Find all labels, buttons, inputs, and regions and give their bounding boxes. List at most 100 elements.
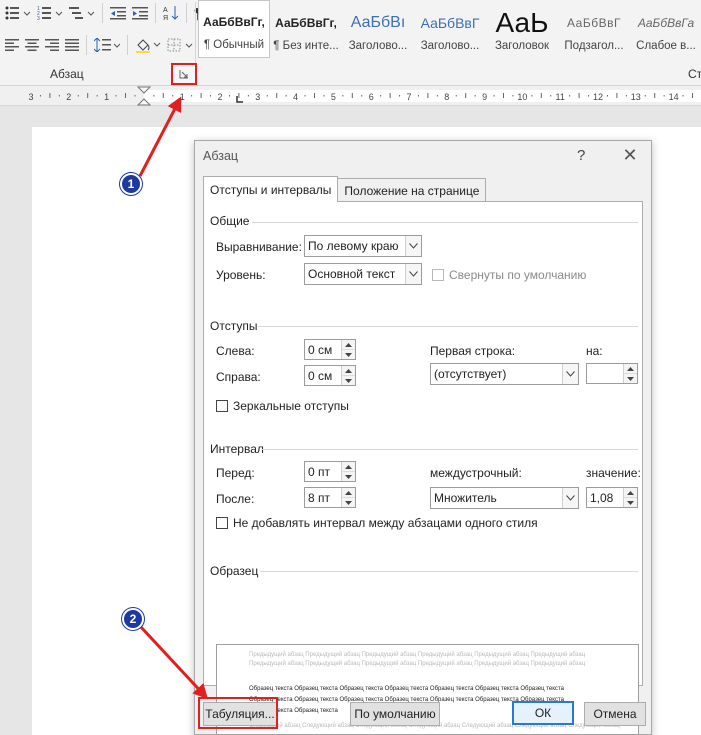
increase-indent-icon[interactable] — [129, 2, 151, 24]
section-general-header: Общие — [210, 214, 250, 228]
align-left-icon[interactable] — [2, 34, 22, 56]
style-gallery-item[interactable]: АаБбВвГ Подзагол... — [558, 0, 630, 58]
indent-left-label: Слева: — [216, 344, 255, 358]
ruler-text-area — [144, 90, 701, 102]
bullet-list-icon[interactable] — [2, 2, 34, 24]
ruler-scale: 3 2 1 1 2 3 4 5 6 7 8 9 10 11 12 13 14 — [28, 86, 701, 106]
multilevel-list-icon[interactable] — [66, 2, 98, 24]
style-gallery-item[interactable]: АаБбВвГг, ¶ Без инте... — [270, 0, 342, 58]
mirror-indents-checkbox[interactable]: Зеркальные отступы — [216, 399, 349, 413]
ruler-tick — [361, 95, 363, 97]
style-sample: АаБбВı — [350, 14, 406, 31]
indent-left-value: 0 см — [308, 342, 333, 357]
ruler-tick — [58, 95, 60, 97]
style-name: Подзагол... — [564, 40, 624, 52]
ruler-tick-label: 3 — [255, 92, 260, 102]
spin-down-icon[interactable] — [342, 471, 355, 481]
ruler-tick — [616, 93, 618, 98]
ruler-tick-label: 4 — [293, 92, 298, 102]
sort-icon[interactable]: AЯ — [160, 2, 182, 24]
ruler-tick-label: 6 — [369, 92, 374, 102]
style-gallery-item[interactable]: АаБбВвГг, ¶ Обычный — [198, 0, 270, 58]
at-spinner[interactable]: 1,08 — [586, 487, 638, 508]
spin-down-icon[interactable] — [342, 375, 355, 385]
level-label: Уровень: — [216, 268, 266, 282]
ruler-tick — [654, 93, 656, 98]
indent-left-spinner[interactable]: 0 см — [304, 339, 356, 360]
indent-right-spinner[interactable]: 0 см — [304, 365, 356, 386]
preview-previous-paragraph: Предыдущий абзац Предыдущий абзац Предыд… — [249, 661, 586, 667]
spin-down-icon[interactable] — [624, 497, 637, 507]
numbered-list-icon[interactable]: 123 — [34, 2, 66, 24]
alignment-select[interactable]: По левому краю — [304, 235, 422, 257]
ruler-tick-label: 1 — [180, 92, 185, 102]
shading-icon[interactable] — [132, 34, 164, 56]
set-as-default-button[interactable]: По умолчанию — [350, 702, 440, 726]
decrease-indent-icon[interactable] — [107, 2, 129, 24]
ruler-tick — [276, 93, 278, 98]
ruler-tick — [531, 95, 533, 97]
line-spacing-value: Множитель — [434, 491, 497, 505]
spin-down-icon[interactable] — [624, 373, 637, 383]
style-sample: АаЬ — [495, 7, 549, 38]
style-sample: АаБбВвГг, — [275, 16, 337, 30]
dialog-title: Абзац — [203, 149, 239, 163]
ruler-tick — [210, 95, 212, 97]
ruler-tick — [162, 93, 164, 98]
ruler-tick — [49, 93, 51, 98]
cancel-button[interactable]: Отмена — [584, 702, 646, 726]
no-space-same-style-checkbox[interactable]: Не добавлять интервал между абзацами одн… — [216, 516, 538, 530]
alignment-label: Выравнивание: — [216, 240, 302, 254]
horizontal-ruler[interactable]: 3 2 1 1 2 3 4 5 6 7 8 9 10 11 12 13 14 — [0, 86, 701, 106]
ruler-tick-label: 2 — [66, 92, 71, 102]
spin-down-icon[interactable] — [342, 349, 355, 359]
close-icon[interactable]: ✕ — [621, 146, 639, 165]
align-right-icon[interactable] — [42, 34, 62, 56]
separator — [102, 3, 103, 23]
ruler-tick-label: 8 — [444, 92, 449, 102]
section-indents-header: Отступы — [210, 319, 258, 333]
spin-down-icon[interactable] — [342, 497, 355, 507]
spin-up-icon[interactable] — [342, 340, 355, 349]
level-select[interactable]: Основной текст — [304, 263, 422, 285]
borders-icon[interactable] — [164, 34, 196, 56]
collapsed-by-default-checkbox[interactable]: Свернуты по умолчанию — [432, 268, 586, 282]
style-gallery-item[interactable]: АаБбВвГа Слабое в... — [630, 0, 701, 58]
style-gallery-item[interactable]: АаБбВı Заголово... — [342, 0, 414, 58]
spin-up-icon[interactable] — [624, 364, 637, 373]
chevron-down-icon — [562, 488, 578, 508]
tab-indents-spacing[interactable]: Отступы и интервалы — [203, 176, 339, 202]
styles-gallery: АаБбВвГг, ¶ Обычный АаБбВвГг, ¶ Без инте...… — [198, 0, 701, 60]
separator — [127, 35, 128, 55]
ruler-tick — [266, 95, 268, 97]
line-spacing-icon[interactable] — [91, 34, 123, 56]
help-icon[interactable]: ? — [577, 147, 585, 164]
space-before-spinner[interactable]: 0 пт — [304, 461, 356, 482]
first-line-select[interactable]: (отсутствует) — [430, 363, 579, 385]
style-gallery-item[interactable]: АаЬ Заголовок — [486, 0, 558, 58]
spin-up-icon[interactable] — [342, 462, 355, 471]
space-before-value: 0 пт — [308, 464, 331, 479]
separator — [155, 3, 156, 23]
indent-right-value: 0 см — [308, 368, 333, 383]
ruler-tick — [692, 93, 693, 98]
spin-up-icon[interactable] — [342, 366, 355, 375]
spin-up-icon[interactable] — [624, 488, 637, 497]
justify-icon[interactable] — [62, 34, 82, 56]
tab-line-page-breaks[interactable]: Положение на странице — [337, 178, 487, 202]
align-center-icon[interactable] — [22, 34, 42, 56]
paragraph-dialog-launcher[interactable] — [171, 63, 197, 85]
ok-button[interactable]: ОК — [512, 701, 574, 725]
ruler-tick — [380, 95, 382, 97]
ruler-tick — [314, 93, 315, 98]
ruler-tick — [503, 93, 504, 98]
ruler-tick-label: 13 — [631, 92, 641, 102]
spin-up-icon[interactable] — [342, 488, 355, 497]
ruler-tick — [465, 93, 467, 98]
style-gallery-item[interactable]: АаБбВвГ Заголово... — [414, 0, 486, 58]
style-sample: АаБбВвГг, — [203, 15, 265, 29]
by-spinner[interactable] — [586, 363, 638, 384]
ruler-tick — [512, 95, 514, 97]
space-after-spinner[interactable]: 8 пт — [304, 487, 356, 508]
line-spacing-select[interactable]: Множитель — [430, 487, 579, 509]
